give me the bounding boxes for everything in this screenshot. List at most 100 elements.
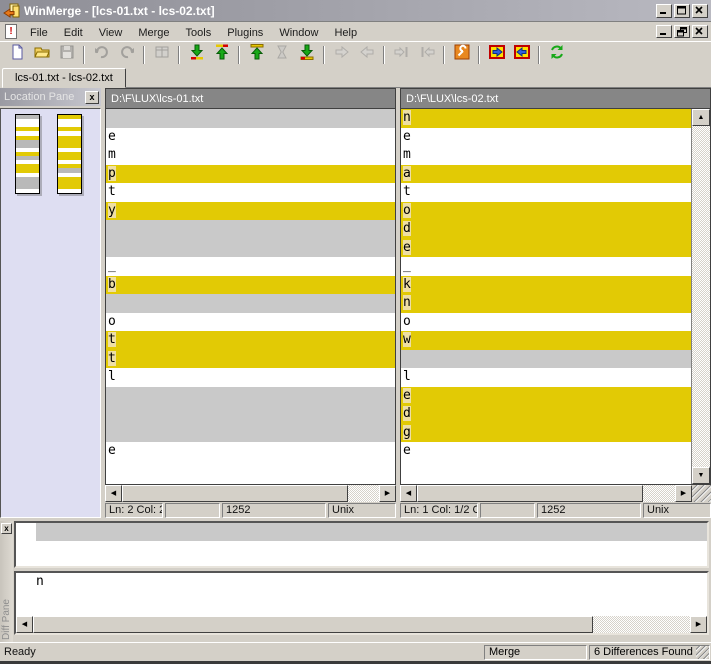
scroll-down-icon[interactable]: ▼ <box>692 467 710 484</box>
file-line[interactable]: t <box>106 183 395 202</box>
previous-difference-button[interactable] <box>209 44 234 66</box>
diff-line[interactable]: g <box>401 423 691 442</box>
diff-pane-right-content[interactable]: n ◀ ▶ <box>14 571 709 635</box>
save-icon <box>59 44 75 65</box>
file-line[interactable]: e <box>401 442 691 461</box>
diff-line[interactable]: w <box>401 331 691 350</box>
status-eol-style: Unix <box>643 503 711 518</box>
tab-file-compare[interactable]: lcs-01.txt - lcs-02.txt <box>2 68 126 88</box>
menu-help[interactable]: Help <box>326 24 365 42</box>
diff-line[interactable]: b <box>106 275 395 294</box>
file-line[interactable]: e <box>106 442 395 461</box>
child-minimize-button[interactable] <box>656 25 672 38</box>
v-scrollbar-right[interactable]: ▲ ▼ <box>691 109 710 484</box>
menu-window[interactable]: Window <box>271 24 326 42</box>
scroll-right-icon[interactable]: ▶ <box>690 616 707 633</box>
location-pane-close-icon[interactable]: x <box>85 90 99 104</box>
menu-edit[interactable]: Edit <box>56 24 91 42</box>
location-map-left-bar[interactable] <box>15 114 40 194</box>
file-line[interactable]: m <box>106 146 395 165</box>
file-line[interactable]: e <box>401 128 691 147</box>
document-icon[interactable]: ! <box>5 24 17 39</box>
options-button[interactable] <box>449 44 474 66</box>
missing-line[interactable] <box>401 349 691 368</box>
scroll-up-icon[interactable]: ▲ <box>692 109 710 126</box>
new-button[interactable] <box>4 44 29 66</box>
scroll-left-icon[interactable]: ◀ <box>400 485 417 502</box>
window-minimize-button[interactable] <box>656 3 672 18</box>
menu-plugins[interactable]: Plugins <box>219 24 271 42</box>
file-line[interactable]: o <box>401 313 691 332</box>
refresh-button[interactable] <box>544 44 569 66</box>
diff-line[interactable]: n <box>401 109 691 128</box>
h-scrollbar-diff-pane[interactable]: ◀ ▶ <box>16 616 707 633</box>
split-view-icon <box>154 44 170 65</box>
h-scroll-thumb[interactable] <box>417 485 643 502</box>
current-difference-button <box>269 44 294 66</box>
diff-line[interactable]: d <box>401 220 691 239</box>
diff-line[interactable]: p <box>106 164 395 183</box>
diff-line[interactable]: n <box>401 294 691 313</box>
file-pane-right: D:\F\LUX\lcs-02.txt n e m a t o d e _ k n o w l e d g e ▲… <box>400 88 711 518</box>
title-bar: WinMerge - [lcs-01.txt - lcs-02.txt] <box>0 0 711 22</box>
diff-pane-gripper[interactable]: x Diff Pane <box>0 521 13 642</box>
file-line[interactable]: m <box>401 146 691 165</box>
next-difference-button[interactable] <box>184 44 209 66</box>
diff-line[interactable]: d <box>401 405 691 424</box>
file-line[interactable]: e <box>106 128 395 147</box>
h-scroll-thumb[interactable] <box>122 485 348 502</box>
h-scrollbar-left[interactable]: ◀ ▶ <box>105 485 396 502</box>
missing-line[interactable] <box>106 423 395 442</box>
menu-merge[interactable]: Merge <box>130 24 177 42</box>
diff-pane-left-content[interactable] <box>14 521 709 568</box>
missing-line[interactable] <box>106 109 395 128</box>
line-text: y <box>108 202 116 218</box>
child-close-button[interactable] <box>692 25 708 38</box>
open-icon <box>33 44 50 65</box>
scroll-right-icon[interactable]: ▶ <box>379 485 396 502</box>
first-difference-button[interactable] <box>244 44 269 66</box>
diff-line[interactable]: t <box>106 349 395 368</box>
menu-view[interactable]: View <box>91 24 131 42</box>
editor-right[interactable]: n e m a t o d e _ k n o w l e d g e <box>401 109 691 484</box>
h-scrollbar-right[interactable]: ◀ ▶ <box>400 485 692 502</box>
location-map-right-bar[interactable] <box>57 114 82 194</box>
missing-line[interactable] <box>106 294 395 313</box>
file-line[interactable]: _ <box>106 257 395 276</box>
diff-line[interactable]: a <box>401 164 691 183</box>
file-line[interactable]: _ <box>401 257 691 276</box>
missing-line[interactable] <box>106 238 395 257</box>
window-maximize-button[interactable] <box>674 3 690 18</box>
file-line[interactable]: l <box>401 368 691 387</box>
file-line[interactable]: o <box>106 313 395 332</box>
last-difference-button[interactable] <box>294 44 319 66</box>
diff-line[interactable]: e <box>401 238 691 257</box>
child-restore-button[interactable] <box>674 25 690 38</box>
winmerge-app-icon <box>3 3 20 19</box>
diff-pane-close-icon[interactable]: x <box>1 523 12 534</box>
diff-line[interactable]: y <box>106 201 395 220</box>
window-close-button[interactable] <box>692 3 708 18</box>
file-line[interactable]: l <box>106 368 395 387</box>
resize-grip[interactable] <box>692 485 711 502</box>
open-button[interactable] <box>29 44 54 66</box>
missing-line[interactable] <box>106 405 395 424</box>
window-resize-grip[interactable] <box>696 646 709 659</box>
diff-line[interactable]: t <box>106 331 395 350</box>
missing-line[interactable] <box>106 386 395 405</box>
diff-line[interactable]: k <box>401 275 691 294</box>
all-right-button[interactable] <box>484 44 509 66</box>
copy-right-advance-button <box>389 44 414 66</box>
all-left-button[interactable] <box>509 44 534 66</box>
missing-line[interactable] <box>106 220 395 239</box>
menu-tools[interactable]: Tools <box>178 24 220 42</box>
scroll-right-icon[interactable]: ▶ <box>675 485 692 502</box>
scroll-left-icon[interactable]: ◀ <box>16 616 33 633</box>
diff-line[interactable]: e <box>401 386 691 405</box>
diff-line[interactable]: o <box>401 201 691 220</box>
file-line[interactable]: t <box>401 183 691 202</box>
menu-file[interactable]: File <box>22 24 56 42</box>
h-scroll-thumb[interactable] <box>33 616 593 633</box>
scroll-left-icon[interactable]: ◀ <box>105 485 122 502</box>
editor-left[interactable]: e m p t y _ b o t t l e <box>106 109 395 484</box>
